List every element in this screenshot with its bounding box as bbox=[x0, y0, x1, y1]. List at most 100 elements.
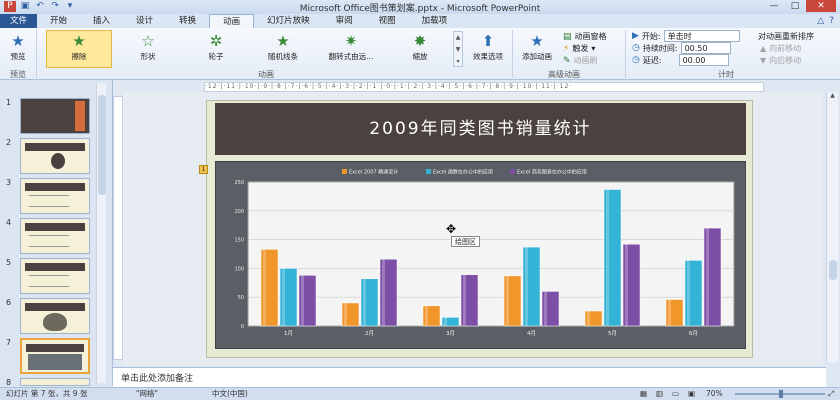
view-reading-icon[interactable]: ▭ bbox=[672, 388, 679, 400]
slide-thumbnail-8[interactable] bbox=[20, 378, 90, 386]
delay-input[interactable]: 00.00 bbox=[678, 54, 729, 66]
tab-insert[interactable]: 插入 bbox=[80, 14, 123, 28]
start-select[interactable]: 单击时 bbox=[663, 30, 740, 42]
slide-thumbnail-6[interactable] bbox=[20, 298, 90, 334]
chart-object[interactable]: 0 50 100 150 200 250 1月 2月 3月 4月 5月 6月 Excel 2007 精通… bbox=[215, 161, 746, 349]
tab-animations[interactable]: 动画 bbox=[209, 14, 255, 28]
move-earlier-arrow-icon: ▲ bbox=[760, 44, 767, 53]
tab-review[interactable]: 审阅 bbox=[323, 14, 366, 28]
chart-bar-highlight bbox=[463, 274, 466, 326]
chart-bar-highlight bbox=[706, 228, 709, 326]
legend-swatch bbox=[426, 169, 431, 174]
legend-swatch bbox=[510, 169, 515, 174]
y-tick-label: 150 bbox=[234, 238, 244, 244]
y-tick-label: 0 bbox=[241, 324, 244, 330]
slide-number: 7 bbox=[6, 338, 12, 347]
slide-thumbnail-4[interactable] bbox=[20, 218, 90, 254]
animation-painter-button[interactable]: ✎ 动画刷 bbox=[563, 55, 598, 66]
move-earlier-button[interactable]: ▲ 向前移动 bbox=[760, 43, 801, 54]
tab-transitions[interactable]: 转换 bbox=[166, 14, 209, 28]
slide-thumbnail-5[interactable] bbox=[20, 258, 90, 294]
start-row: ▶ 开始: 单击时 bbox=[632, 30, 740, 42]
tab-file[interactable]: 文件 bbox=[0, 14, 38, 28]
chart-tooltip: 绘图区 bbox=[451, 236, 480, 247]
x-tick-label: 2月 bbox=[365, 330, 374, 337]
animation-zoom[interactable]: ✸ 缩放 bbox=[400, 31, 440, 62]
animation-order-badge[interactable]: 1 bbox=[199, 165, 208, 174]
status-bar: 幻灯片 第 7 张，共 9 张 "网格" 中文(中国) ▦ ▥ ▭ ▣ 70% … bbox=[0, 387, 840, 400]
chart-bar-highlight bbox=[544, 291, 547, 326]
fit-slide-icon[interactable]: ⤢ bbox=[828, 388, 834, 400]
chart-bar-highlight bbox=[425, 305, 428, 326]
theme-status: "网格" bbox=[136, 389, 158, 398]
delay-clock-icon: ◷ bbox=[632, 55, 640, 65]
collapse-ribbon-icon[interactable]: △ bbox=[817, 14, 824, 28]
ribbon-separator bbox=[625, 30, 626, 78]
x-tick-label: 1月 bbox=[284, 330, 293, 337]
duration-input[interactable]: 00.50 bbox=[680, 42, 731, 54]
horizontal-ruler: ·12·|·11·|·10·|·9·|·8·|·7·|·6·|·5·|·4·|·… bbox=[204, 82, 764, 92]
shape-star-icon: ☆ bbox=[141, 32, 155, 50]
animation-wipe[interactable]: ★ 擦除 bbox=[46, 30, 112, 68]
slide-number: 6 bbox=[6, 298, 12, 307]
thumbnail-scrollbar[interactable] bbox=[96, 83, 106, 383]
group-label-preview: 预览 bbox=[10, 70, 26, 79]
animation-pane-button[interactable]: ▤ 动画窗格 bbox=[563, 31, 607, 42]
notes-pane[interactable]: 单击此处添加备注 bbox=[113, 367, 826, 387]
move-later-arrow-icon: ▼ bbox=[760, 56, 767, 65]
chart-bar-highlight bbox=[506, 275, 509, 326]
tab-design[interactable]: 设计 bbox=[123, 14, 166, 28]
animation-shape[interactable]: ☆ 形状 bbox=[128, 31, 168, 62]
chart-bar-highlight bbox=[363, 278, 366, 326]
help-icon[interactable]: ? bbox=[829, 14, 834, 28]
legend-label: Excel 商务图表在办公中的应用 bbox=[517, 169, 587, 176]
slide-thumbnail-2[interactable] bbox=[20, 138, 90, 174]
zoom-star-icon: ✸ bbox=[413, 32, 427, 50]
view-sorter-icon[interactable]: ▥ bbox=[656, 388, 663, 400]
preview-button[interactable]: ★ 预览 bbox=[4, 31, 32, 62]
slide-number: 5 bbox=[6, 258, 12, 267]
animation-wheel[interactable]: ✲ 轮子 bbox=[196, 31, 236, 62]
animation-random-bars[interactable]: ★ 随机线条 bbox=[258, 31, 308, 62]
trigger-lightning-icon: ⚡ bbox=[563, 43, 570, 54]
view-slideshow-icon[interactable]: ▣ bbox=[688, 388, 695, 400]
close-button[interactable]: ✕ bbox=[806, 0, 836, 12]
preview-star-icon: ★ bbox=[11, 32, 25, 50]
minimize-button[interactable]: — bbox=[764, 0, 784, 12]
x-tick-label: 4月 bbox=[527, 330, 536, 337]
chart-bar-highlight bbox=[344, 302, 347, 326]
tab-addins[interactable]: 加载项 bbox=[409, 14, 461, 28]
language-status: 中文(中国) bbox=[212, 389, 248, 398]
duration-clock-icon: ◷ bbox=[632, 43, 640, 53]
tab-home[interactable]: 开始 bbox=[37, 14, 80, 28]
tab-view[interactable]: 视图 bbox=[366, 14, 409, 28]
gallery-scroll-arrows[interactable]: ▲ ▼ ▾ bbox=[453, 31, 463, 67]
duration-row: ◷ 持续时间: 00.50 bbox=[632, 42, 731, 54]
move-later-button[interactable]: ▼ 向后移动 bbox=[760, 55, 801, 66]
tab-slideshow[interactable]: 幻灯片放映 bbox=[254, 14, 323, 28]
group-label-advanced: 高级动画 bbox=[548, 70, 580, 79]
slide-thumbnail-3[interactable] bbox=[20, 178, 90, 214]
add-animation-star-icon: ★ bbox=[530, 32, 544, 50]
editor-scrollbar[interactable]: ▲ bbox=[826, 92, 838, 362]
y-tick-label: 100 bbox=[234, 266, 244, 272]
chart-bar-highlight bbox=[444, 317, 447, 326]
plot-area bbox=[247, 181, 735, 327]
effect-options-button[interactable]: ⬆ 效果选项 bbox=[466, 31, 510, 62]
bar-chart[interactable]: 0 50 100 150 200 250 1月 2月 3月 4月 5月 6月 Excel 2007 精通… bbox=[216, 162, 747, 350]
chart-bar-highlight bbox=[587, 311, 590, 326]
slide-number: 1 bbox=[6, 98, 12, 107]
zoom-slider[interactable] bbox=[735, 390, 825, 398]
slide-thumbnail-1[interactable] bbox=[20, 98, 90, 134]
slide-title[interactable]: 2009年同类图书销量统计 bbox=[215, 103, 746, 155]
slide-number: 8 bbox=[6, 378, 12, 387]
current-slide[interactable]: 2009年同类图书销量统计 0 50 100 150 200 250 1月 2月 3月 4月 5月 6… bbox=[206, 100, 753, 358]
add-animation-button[interactable]: ★ 添加动画 bbox=[515, 31, 559, 62]
effect-options-arrow-icon: ⬆ bbox=[481, 32, 495, 50]
animation-grow-turn[interactable]: ✷ 翻转式由远... bbox=[318, 31, 384, 62]
zoom-level[interactable]: 70% bbox=[706, 388, 723, 400]
view-normal-icon[interactable]: ▦ bbox=[640, 388, 647, 400]
trigger-button[interactable]: ⚡ 触发 ▾ bbox=[563, 43, 595, 54]
restore-button[interactable]: □ bbox=[785, 0, 805, 12]
slide-thumbnail-7[interactable] bbox=[20, 338, 90, 374]
